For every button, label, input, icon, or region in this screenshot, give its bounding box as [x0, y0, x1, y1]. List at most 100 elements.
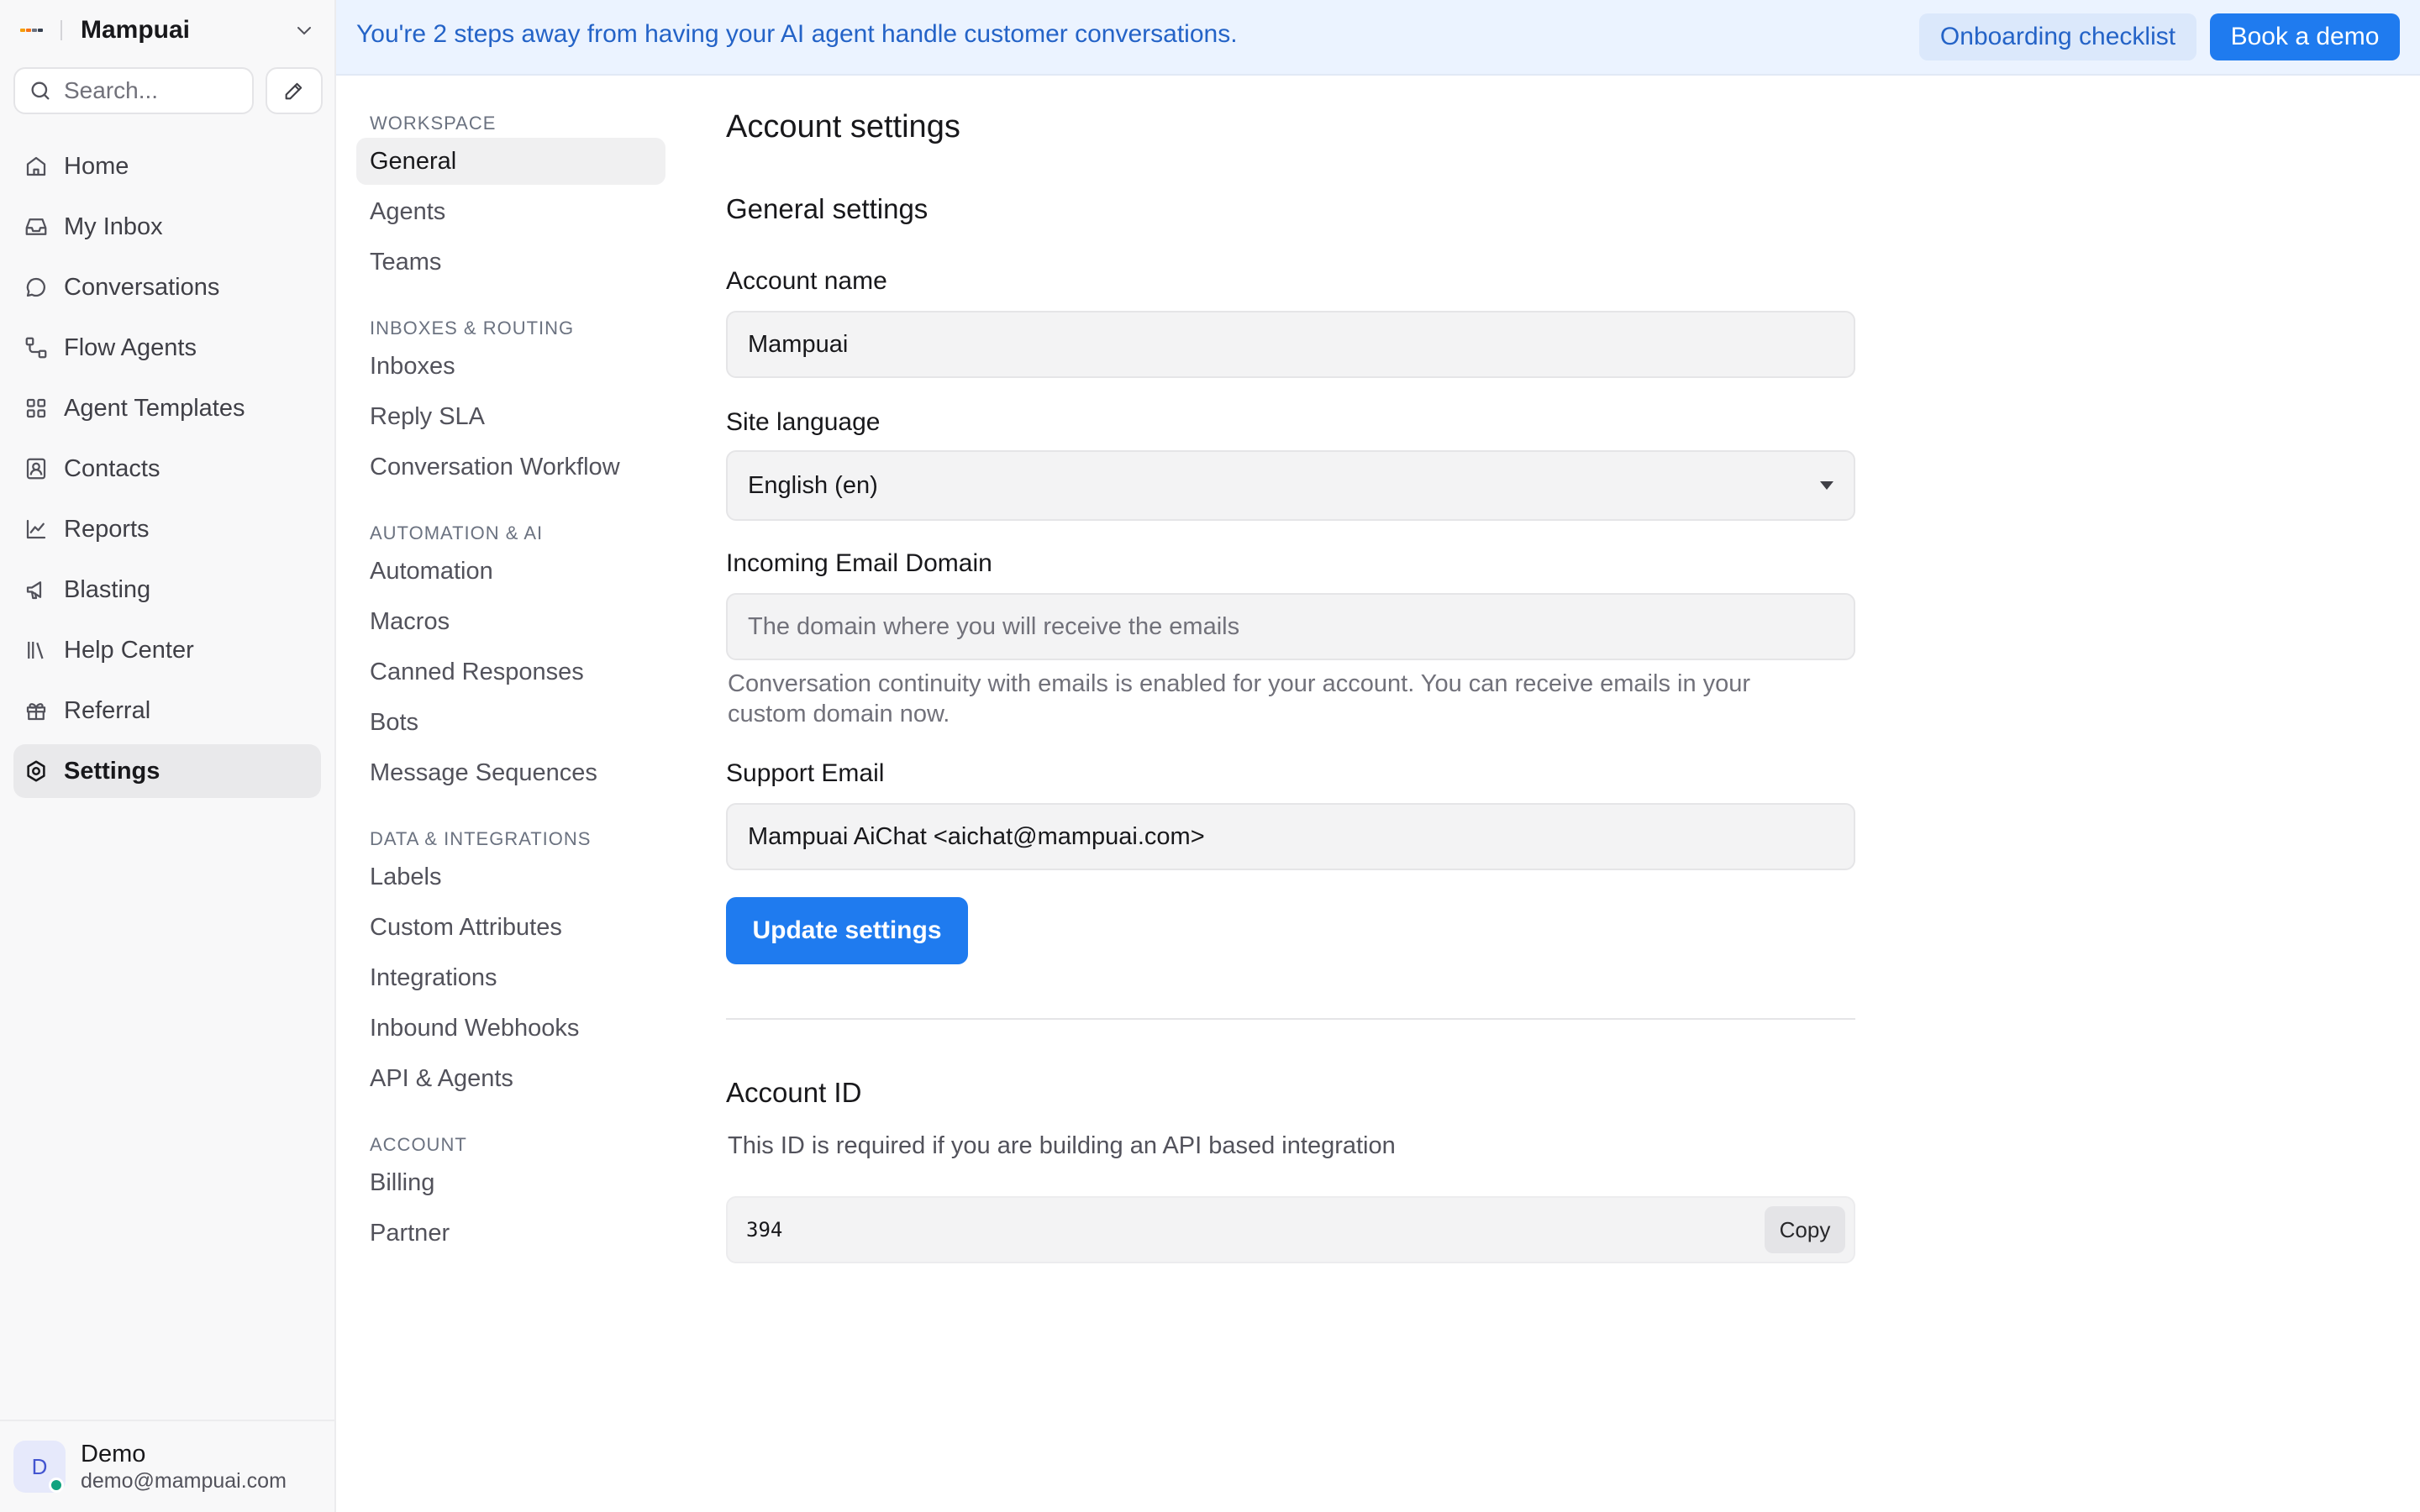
nav-label: Reports [64, 515, 150, 543]
nav-item-contacts[interactable]: Contacts [13, 442, 321, 496]
section-title: General settings [726, 193, 929, 224]
main-nav: Home My Inbox Conversations Flow Agents … [13, 139, 321, 805]
subnav-item-message-sequences[interactable]: Message Sequences [356, 749, 666, 796]
compose-button[interactable] [266, 67, 323, 114]
nav-label: My Inbox [64, 213, 163, 240]
settings-subnav: WORKSPACE General Agents Teams INBOXES &… [356, 76, 666, 1257]
site-language-value: English (en) [748, 471, 878, 499]
subnav-item-billing[interactable]: Billing [356, 1159, 666, 1206]
subnav-item-labels[interactable]: Labels [356, 853, 666, 900]
pencil-icon [285, 82, 302, 100]
nav-item-blasting[interactable]: Blasting [13, 563, 321, 617]
nav-label: Flow Agents [64, 333, 197, 361]
account-name-label: Account name [726, 267, 887, 295]
user-meta: Demo demo@mampuai.com [81, 1440, 287, 1494]
support-email-label: Support Email [726, 759, 885, 787]
nav-item-home[interactable]: Home [13, 139, 321, 193]
settings-icon [27, 760, 45, 782]
flow-icon [25, 337, 47, 359]
nav-item-referral[interactable]: Referral [13, 684, 321, 738]
subnav-item-inbound-webhooks[interactable]: Inbound Webhooks [356, 1005, 666, 1052]
incoming-email-domain-input[interactable] [726, 593, 1855, 660]
section-divider [726, 1018, 1855, 1020]
nav-label: Help Center [64, 636, 194, 664]
nav-label: Settings [64, 757, 160, 785]
account-name-input[interactable] [726, 311, 1855, 378]
subnav-item-automation[interactable]: Automation [356, 548, 666, 595]
account-id-description: This ID is required if you are building … [728, 1132, 1396, 1159]
account-switcher[interactable]: Mampuai [20, 10, 323, 50]
chevron-down-icon[interactable] [294, 20, 314, 40]
subnav-group-title: AUTOMATION & AI [370, 522, 544, 543]
primary-sidebar: Mampuai Home My Inbox Conversations Flow… [0, 0, 336, 1512]
subnav-item-custom-attributes[interactable]: Custom Attributes [356, 904, 666, 951]
nav-item-settings[interactable]: Settings [13, 744, 321, 798]
online-status-dot [49, 1478, 64, 1493]
megaphone-icon [26, 581, 42, 600]
nav-label: Agent Templates [64, 394, 245, 422]
subnav-item-api-agents[interactable]: API & Agents [356, 1055, 666, 1102]
nav-item-agent-templates[interactable]: Agent Templates [13, 381, 321, 435]
subnav-item-bots[interactable]: Bots [356, 699, 666, 746]
user-profile[interactable]: D Demo demo@mampuai.com [0, 1420, 334, 1512]
support-email-input[interactable] [726, 803, 1855, 870]
nav-label: Referral [64, 696, 151, 724]
avatar: D [13, 1441, 66, 1493]
brand-logo [20, 28, 44, 33]
subnav-item-reply-sla[interactable]: Reply SLA [356, 393, 666, 440]
account-id-value: 394 [746, 1218, 783, 1242]
home-icon [26, 156, 46, 176]
subnav-group-title: INBOXES & ROUTING [370, 318, 575, 339]
subnav-item-canned-responses[interactable]: Canned Responses [356, 648, 666, 696]
user-name: Demo [81, 1441, 146, 1467]
onboarding-banner: You're 2 steps away from having your AI … [336, 0, 2420, 76]
caret-down-icon [1820, 481, 1833, 490]
page-title: Account settings [726, 109, 960, 144]
inbox-icon [25, 218, 47, 235]
grid-icon [26, 398, 46, 418]
copy-button[interactable]: Copy [1765, 1206, 1845, 1253]
subnav-group-title: ACCOUNT [370, 1134, 467, 1155]
site-language-select[interactable]: English (en) [726, 450, 1855, 521]
nav-label: Home [64, 152, 129, 180]
subnav-item-conversation-workflow[interactable]: Conversation Workflow [356, 444, 666, 491]
incoming-email-help-text: Conversation continuity with emails is e… [728, 670, 1751, 727]
banner-message: You're 2 steps away from having your AI … [356, 20, 1238, 48]
contact-card-icon [26, 458, 46, 480]
subnav-item-teams[interactable]: Teams [356, 239, 666, 286]
search-field[interactable] [13, 67, 254, 114]
nav-item-help-center[interactable]: Help Center [13, 623, 321, 677]
user-email: demo@mampuai.com [81, 1469, 287, 1493]
site-language-label: Site language [726, 408, 881, 436]
subnav-item-agents[interactable]: Agents [356, 188, 666, 235]
subnav-group-title: DATA & INTEGRATIONS [370, 828, 592, 849]
library-icon [28, 642, 44, 659]
subnav-item-partner[interactable]: Partner [356, 1210, 666, 1257]
update-settings-button[interactable]: Update settings [726, 897, 968, 964]
nav-item-flow-agents[interactable]: Flow Agents [13, 321, 321, 375]
subnav-item-general[interactable]: General [356, 138, 666, 185]
account-id-box: 394 Copy [726, 1196, 1855, 1263]
nav-label: Blasting [64, 575, 151, 603]
book-demo-button[interactable]: Book a demo [2210, 13, 2400, 60]
gift-icon [26, 703, 46, 721]
nav-label: Conversations [64, 273, 220, 301]
avatar-initial: D [31, 1453, 48, 1479]
subnav-group-title: WORKSPACE [370, 113, 497, 134]
chat-bubble-icon [26, 277, 45, 297]
search-icon [31, 81, 50, 100]
subnav-item-integrations[interactable]: Integrations [356, 954, 666, 1001]
account-name: Mampuai [81, 16, 191, 44]
nav-item-conversations[interactable]: Conversations [13, 260, 321, 314]
nav-item-reports[interactable]: Reports [13, 502, 321, 556]
subnav-item-inboxes[interactable]: Inboxes [356, 343, 666, 390]
search-input[interactable] [64, 77, 232, 104]
onboarding-checklist-button[interactable]: Onboarding checklist [1919, 13, 2196, 60]
brand-separator [60, 20, 62, 40]
nav-item-my-inbox[interactable]: My Inbox [13, 200, 321, 254]
line-chart-icon [26, 519, 46, 539]
account-id-title: Account ID [726, 1077, 862, 1108]
subnav-item-macros[interactable]: Macros [356, 598, 666, 645]
incoming-email-domain-label: Incoming Email Domain [726, 549, 992, 577]
nav-label: Contacts [64, 454, 160, 482]
